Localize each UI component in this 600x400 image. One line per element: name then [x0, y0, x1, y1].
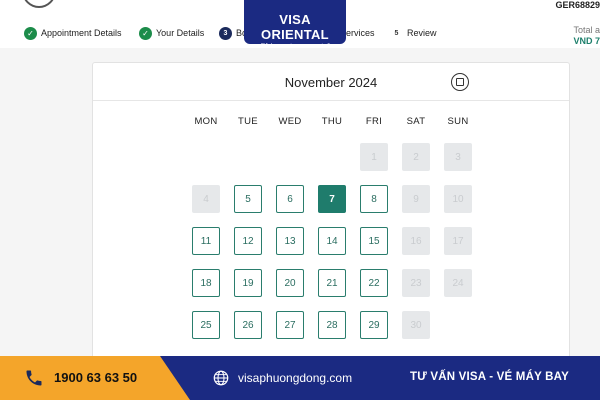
day-cell[interactable]: 19 [234, 269, 262, 297]
footer-slogan: TƯ VẤN VISA - VÉ MÁY BAY [410, 371, 569, 383]
footer-banner: 1900 63 63 50 visaphuongdong.com TƯ VẤN … [0, 356, 600, 400]
step-label: Review [407, 28, 437, 38]
day-cell[interactable]: 21 [318, 269, 346, 297]
site-logo-fragment [22, 0, 56, 8]
step-number-badge: 5 [390, 26, 403, 40]
step-label: ervices [346, 28, 375, 38]
step-label: Your Details [156, 28, 205, 38]
weekday-header: TUE [238, 116, 258, 127]
step-your-details[interactable]: ✓ Your Details [139, 26, 204, 40]
globe-icon [213, 370, 229, 386]
step-number-badge: 3 [219, 26, 232, 40]
step-appointment-details[interactable]: ✓ Appointment Details [24, 26, 122, 40]
weekday-header: SAT [406, 116, 426, 127]
day-cell[interactable]: 5 [234, 185, 262, 213]
day-cell[interactable]: 28 [318, 311, 346, 339]
weekday-header: SUN [447, 116, 469, 127]
day-cell[interactable]: 14 [318, 227, 346, 255]
brand-name: VISA ORIENTAL [261, 12, 329, 42]
calendar-card: November 2024 MON TUE WED THU FRI SAT SUN 1234… [92, 62, 570, 362]
website-link[interactable]: visaphuongdong.com [238, 371, 352, 385]
day-cell[interactable]: 25 [192, 311, 220, 339]
day-cell-disabled: 3 [444, 143, 472, 171]
calendar-icon[interactable] [451, 73, 469, 91]
weekday-header: MON [194, 116, 218, 127]
day-cell-disabled: 17 [444, 227, 472, 255]
day-cell-disabled: 16 [402, 227, 430, 255]
day-cell[interactable]: 13 [276, 227, 304, 255]
day-cell[interactable]: 20 [276, 269, 304, 297]
booking-id: GER68829 [555, 0, 600, 10]
check-icon: ✓ [139, 26, 152, 40]
total-value: VND 7 [573, 36, 600, 46]
day-cell[interactable]: 22 [360, 269, 388, 297]
step-booking-current[interactable]: 3 Bo [219, 26, 247, 40]
calendar-header: November 2024 [93, 63, 569, 101]
day-cell-disabled: 2 [402, 143, 430, 171]
day-cell-disabled: 9 [402, 185, 430, 213]
month-title: November 2024 [284, 75, 378, 90]
day-cell-disabled: 24 [444, 269, 472, 297]
day-cell[interactable]: 6 [276, 185, 304, 213]
step-services[interactable]: ervices [346, 26, 375, 40]
day-cell[interactable]: 27 [276, 311, 304, 339]
step-review[interactable]: 5 Review [390, 26, 437, 40]
day-cell-disabled: 1 [360, 143, 388, 171]
total-label: Total a [573, 25, 600, 35]
day-cell-disabled: 10 [444, 185, 472, 213]
day-cell[interactable]: 29 [360, 311, 388, 339]
weekday-header: FRI [365, 116, 383, 127]
day-cell[interactable]: 12 [234, 227, 262, 255]
check-icon: ✓ [24, 26, 37, 40]
day-cell[interactable]: 8 [360, 185, 388, 213]
day-cell[interactable]: 18 [192, 269, 220, 297]
day-cell-disabled: 23 [402, 269, 430, 297]
day-cell[interactable]: 26 [234, 311, 262, 339]
brand-logo-banner: VISA ORIENTAL "Make your journeys easier… [244, 0, 346, 49]
day-cell-selected[interactable]: 7 [318, 185, 346, 213]
brand-tagline: "Make your journeys easier" [260, 43, 330, 49]
phone-icon [26, 370, 42, 386]
day-cell-disabled: 30 [402, 311, 430, 339]
day-cell-disabled: 4 [192, 185, 220, 213]
weekday-header: THU [321, 116, 343, 127]
step-label: Appointment Details [41, 28, 122, 38]
hotline-number[interactable]: 1900 63 63 50 [54, 370, 137, 385]
day-cell[interactable]: 15 [360, 227, 388, 255]
weekday-header: WED [278, 116, 302, 127]
day-cell[interactable]: 11 [192, 227, 220, 255]
